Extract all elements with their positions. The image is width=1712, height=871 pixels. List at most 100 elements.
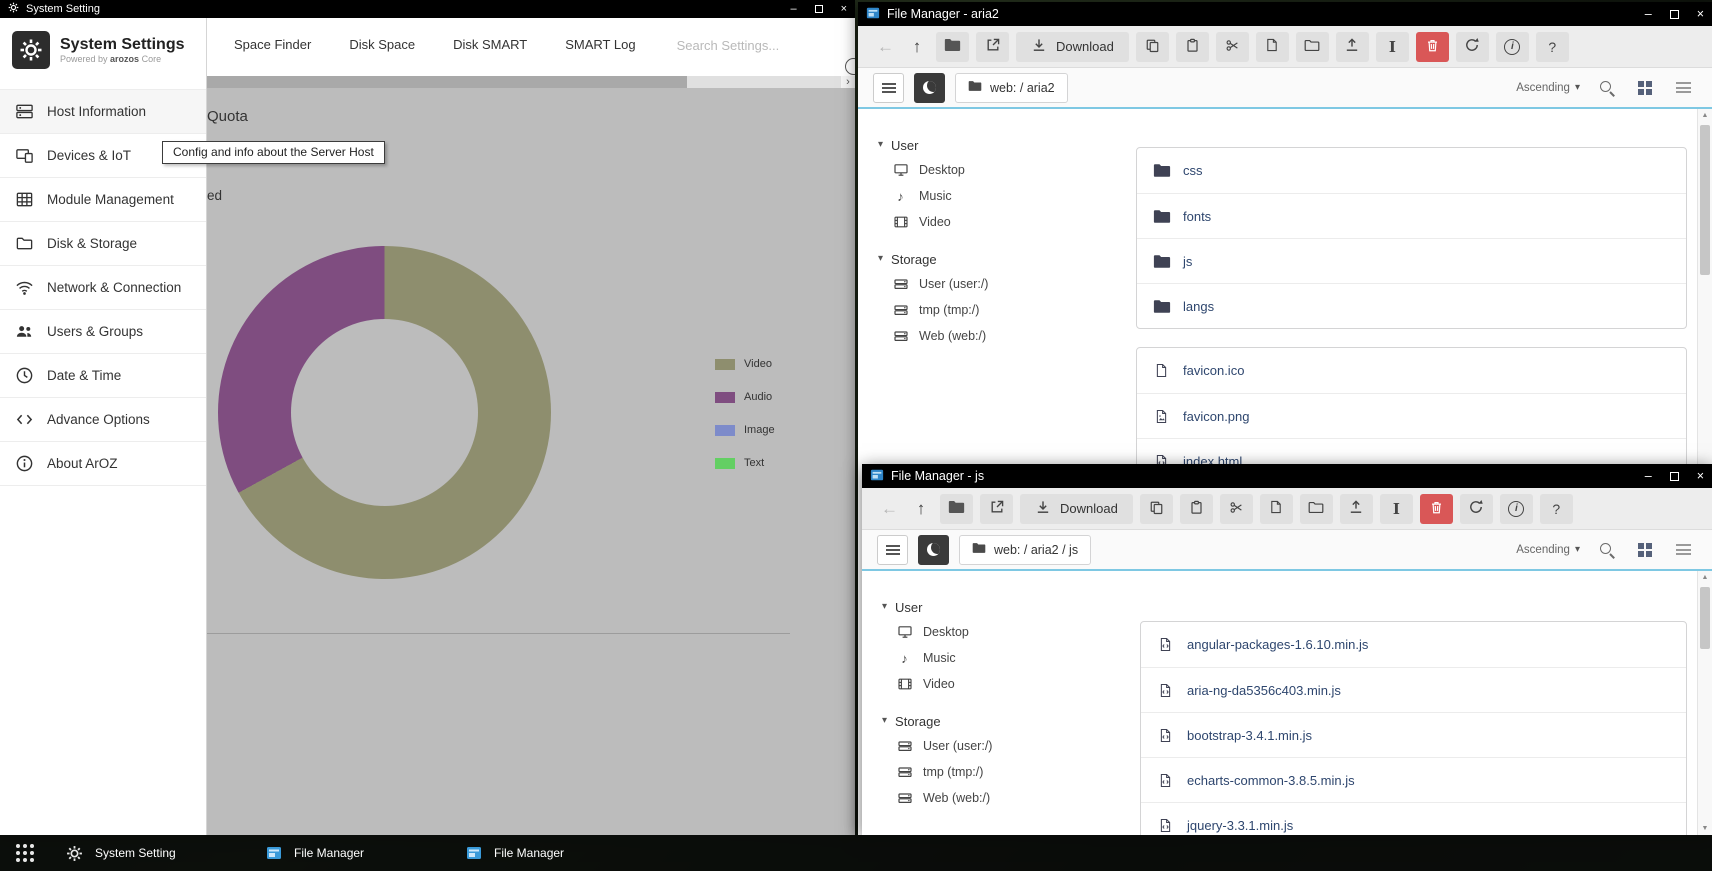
help-button[interactable]: ?: [1540, 494, 1573, 524]
file-row-angular[interactable]: angular-packages-1.6.10.min.js: [1141, 622, 1686, 667]
maximize-button[interactable]: [815, 5, 823, 13]
tree-section-storage[interactable]: ▾Storage: [882, 709, 1130, 733]
search-settings-input[interactable]: [677, 38, 817, 53]
file-row-css[interactable]: css: [1137, 148, 1686, 193]
tree-item-tmp-drive[interactable]: tmp (tmp:/): [878, 297, 1126, 323]
minimize-button[interactable]: –: [1645, 470, 1652, 483]
fm2-scrollbar[interactable]: ▲ ▼: [1697, 571, 1712, 835]
paste-button[interactable]: [1176, 32, 1209, 62]
close-button[interactable]: ×: [1697, 8, 1704, 21]
sidebar-item-module-management[interactable]: Module Management: [0, 178, 206, 222]
info-button[interactable]: i: [1496, 32, 1529, 62]
tree-item-desktop[interactable]: Desktop: [878, 157, 1126, 183]
new-folder-button[interactable]: [1300, 494, 1333, 524]
maximize-button[interactable]: [1670, 10, 1679, 19]
file-row-langs[interactable]: langs: [1137, 283, 1686, 328]
tab-space-finder[interactable]: Space Finder: [215, 26, 330, 64]
new-file-button[interactable]: [1256, 32, 1289, 62]
apps-launcher-button[interactable]: [0, 835, 50, 871]
tree-section-user[interactable]: ▾User: [878, 133, 1126, 157]
tree-section-storage[interactable]: ▾Storage: [878, 247, 1126, 271]
upload-button[interactable]: [1340, 494, 1373, 524]
taskbar-item-file-manager-2[interactable]: File Manager: [450, 835, 650, 871]
fm2-titlebar[interactable]: File Manager - js – ×: [862, 464, 1712, 488]
tree-item-tmp-drive[interactable]: tmp (tmp:/): [882, 759, 1130, 785]
tree-item-user-drive[interactable]: User (user:/): [878, 271, 1126, 297]
search-button[interactable]: [1596, 542, 1618, 558]
open-folder-button[interactable]: [936, 32, 969, 62]
sidebar-item-disk-storage[interactable]: Disk & Storage: [0, 222, 206, 266]
help-button[interactable]: ?: [1536, 32, 1569, 62]
file-row-aria-ng[interactable]: aria-ng-da5356c403.min.js: [1141, 667, 1686, 712]
scroll-up-icon[interactable]: ▲: [1698, 574, 1712, 581]
scrollbar-thumb[interactable]: [1700, 587, 1710, 649]
rename-button[interactable]: I: [1376, 32, 1409, 62]
file-row-jquery[interactable]: jquery-3.3.1.min.js: [1141, 802, 1686, 835]
file-row-echarts[interactable]: echarts-common-3.8.5.min.js: [1141, 757, 1686, 802]
tab-disk-space[interactable]: Disk Space: [330, 26, 434, 64]
file-row-favicon-ico[interactable]: favicon.ico: [1137, 348, 1686, 393]
sidebar-item-network-connection[interactable]: Network & Connection: [0, 266, 206, 310]
tab-scrollbar[interactable]: ›: [207, 76, 855, 88]
minimize-button[interactable]: –: [1645, 8, 1652, 21]
sidebar-item-about-aroz[interactable]: About ArOZ: [0, 442, 206, 486]
tree-item-video[interactable]: Video: [878, 209, 1126, 235]
scroll-up-icon[interactable]: ▲: [1698, 112, 1712, 119]
scrollbar-thumb[interactable]: [1700, 125, 1710, 275]
sort-order-dropdown[interactable]: Ascending▾: [1516, 82, 1580, 94]
up-button[interactable]: ↑: [909, 494, 933, 524]
tab-disk-smart[interactable]: Disk SMART: [434, 26, 546, 64]
tab-scrollbar-thumb[interactable]: [207, 76, 687, 88]
tree-item-music[interactable]: ♪Music: [878, 183, 1126, 209]
open-in-new-button[interactable]: [976, 32, 1009, 62]
up-button[interactable]: ↑: [905, 32, 929, 62]
sort-order-dropdown[interactable]: Ascending▾: [1516, 544, 1580, 556]
tab-smart-log[interactable]: SMART Log: [546, 26, 654, 64]
tree-section-user[interactable]: ▾User: [882, 595, 1130, 619]
file-row-fonts[interactable]: fonts: [1137, 193, 1686, 238]
close-button[interactable]: ×: [841, 4, 847, 15]
copy-button[interactable]: [1140, 494, 1173, 524]
cut-button[interactable]: [1220, 494, 1253, 524]
grid-view-button[interactable]: [1634, 81, 1656, 95]
list-view-button[interactable]: [1672, 80, 1694, 96]
scroll-down-icon[interactable]: ▼: [1698, 825, 1712, 832]
refresh-button[interactable]: [1456, 32, 1489, 62]
close-button[interactable]: ×: [1697, 470, 1704, 483]
open-in-new-button[interactable]: [980, 494, 1013, 524]
back-button[interactable]: ←: [873, 32, 898, 62]
menu-button[interactable]: [873, 73, 904, 103]
sidebar-item-date-time[interactable]: Date & Time: [0, 354, 206, 398]
delete-button[interactable]: [1416, 32, 1449, 62]
sidebar-item-users-groups[interactable]: Users & Groups: [0, 310, 206, 354]
new-folder-button[interactable]: [1296, 32, 1329, 62]
grid-view-button[interactable]: [1634, 543, 1656, 557]
refresh-button[interactable]: [1460, 494, 1493, 524]
dark-mode-button[interactable]: [918, 535, 949, 565]
download-button[interactable]: Download: [1020, 494, 1133, 524]
breadcrumb[interactable]: web: / aria2 / js: [959, 535, 1091, 565]
taskbar-item-file-manager-1[interactable]: File Manager: [250, 835, 450, 871]
tree-item-web-drive[interactable]: Web (web:/): [878, 323, 1126, 349]
paste-button[interactable]: [1180, 494, 1213, 524]
back-button[interactable]: ←: [877, 494, 902, 524]
sidebar-item-advance-options[interactable]: Advance Options: [0, 398, 206, 442]
maximize-button[interactable]: [1670, 472, 1679, 481]
cut-button[interactable]: [1216, 32, 1249, 62]
taskbar-item-system-setting[interactable]: System Setting: [50, 835, 250, 871]
breadcrumb[interactable]: web: / aria2: [955, 73, 1068, 103]
scroll-right-icon[interactable]: ›: [841, 76, 855, 88]
tree-item-web-drive[interactable]: Web (web:/): [882, 785, 1130, 811]
menu-button[interactable]: [877, 535, 908, 565]
tree-item-desktop[interactable]: Desktop: [882, 619, 1130, 645]
tree-item-user-drive[interactable]: User (user:/): [882, 733, 1130, 759]
info-button[interactable]: i: [1500, 494, 1533, 524]
delete-button[interactable]: [1420, 494, 1453, 524]
settings-titlebar[interactable]: System Setting – ×: [0, 0, 855, 18]
minimize-button[interactable]: –: [790, 4, 796, 15]
copy-button[interactable]: [1136, 32, 1169, 62]
file-row-js[interactable]: js: [1137, 238, 1686, 283]
open-folder-button[interactable]: [940, 494, 973, 524]
list-view-button[interactable]: [1672, 542, 1694, 558]
rename-button[interactable]: I: [1380, 494, 1413, 524]
